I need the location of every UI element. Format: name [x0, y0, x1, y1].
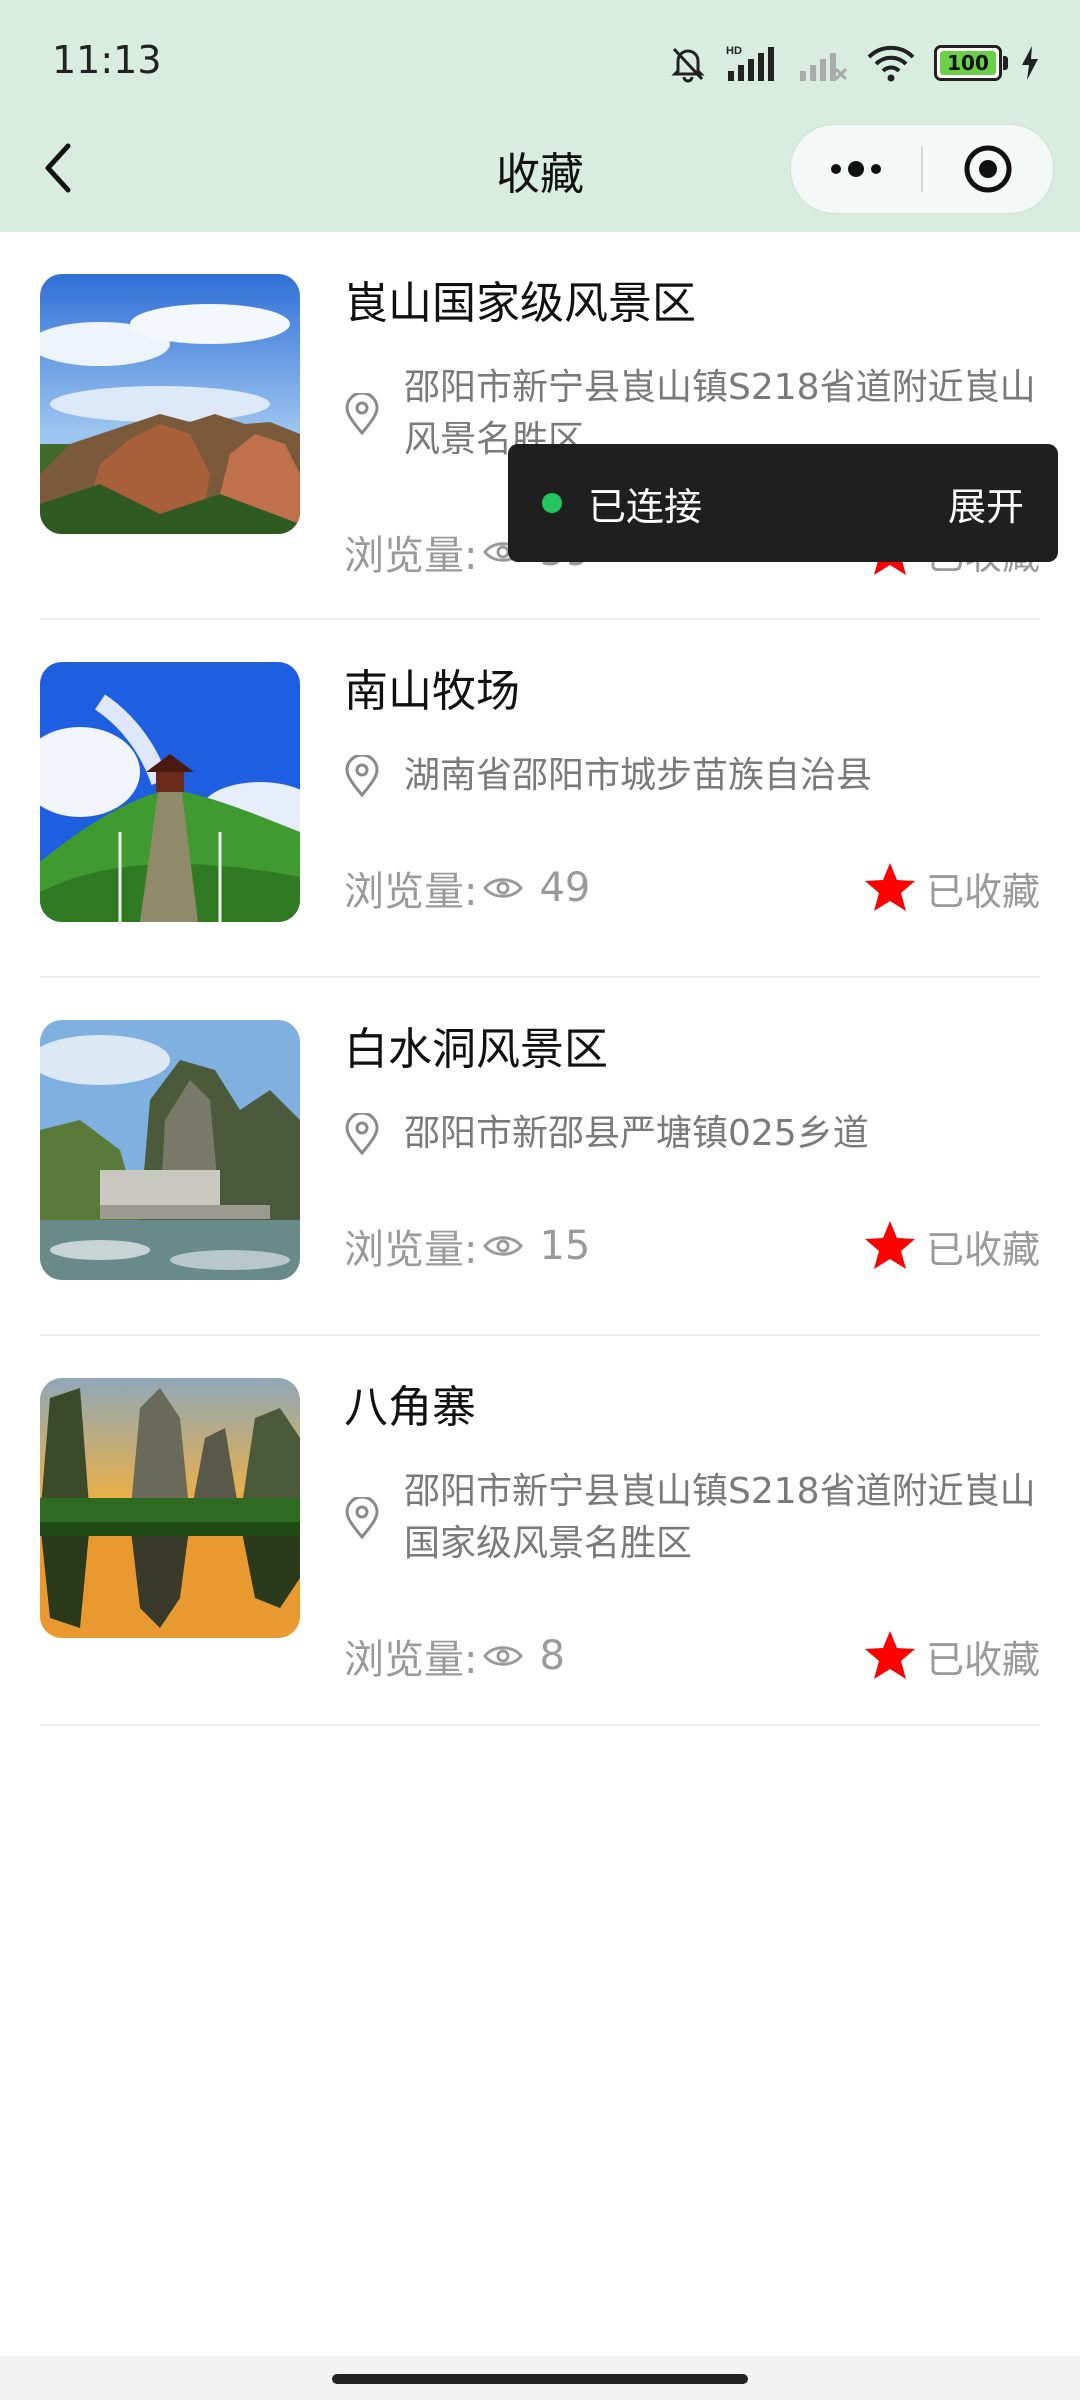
connection-toast: 已连接 展开 [508, 444, 1058, 562]
item-meta: 浏览量: 49 已收藏 [344, 858, 1040, 918]
views-count: 15 [539, 1223, 591, 1269]
signal-weak-icon [800, 53, 848, 81]
views-label: 浏览量: [344, 1637, 478, 1683]
location-pin-icon [345, 393, 379, 435]
star-filled-icon [864, 1631, 915, 1679]
location-pin-icon [345, 755, 379, 797]
item-info: 白水洞风景区 邵阳市新邵县严塘镇025乡道 [344, 1020, 1040, 1160]
home-indicator-area [0, 2356, 1080, 2400]
home-indicator[interactable] [332, 2374, 748, 2384]
target-close-icon [964, 145, 1012, 193]
item-address-text: 邵阳市新邵县严塘镇025乡道 [404, 1113, 869, 1154]
more-dots-icon [831, 161, 881, 177]
wifi-icon [867, 45, 915, 82]
list-item[interactable]: 白水洞风景区 邵阳市新邵县严塘镇025乡道 浏览量: 15 已收藏 [40, 978, 1040, 1336]
cliff-river-image [40, 1020, 300, 1280]
item-address: 湖南省邵阳市城步苗族自治县 [344, 750, 1040, 802]
views-count: 49 [539, 865, 591, 911]
list-item[interactable]: 八角寨 邵阳市新宁县崀山镇S218省道附近崀山国家级风景名胜区 浏览量: 8 已 [40, 1336, 1040, 1726]
expand-button[interactable]: 展开 [948, 476, 1024, 531]
views-label: 浏览量: [344, 869, 478, 915]
eye-icon [483, 878, 524, 898]
status-icons: HD 100 [668, 38, 1040, 88]
scenic-thumbnail[interactable] [40, 662, 300, 922]
views-count: 8 [539, 1633, 565, 1679]
mute-bell-icon [671, 47, 705, 83]
more-options-button[interactable] [791, 125, 921, 213]
battery-icon: 100 [934, 45, 1008, 81]
item-info: 八角寨 邵阳市新宁县崀山镇S218省道附近崀山国家级风景名胜区 [344, 1378, 1040, 1570]
favorite-toggle[interactable]: 已收藏 [862, 1626, 1040, 1686]
star-filled-icon [864, 863, 915, 911]
item-info: 南山牧场 湖南省邵阳市城步苗族自治县 [344, 662, 1040, 802]
item-address: 邵阳市新宁县崀山镇S218省道附近崀山国家级风景名胜区 [344, 1466, 1040, 1570]
scenic-thumbnail[interactable] [40, 274, 300, 534]
favorite-label: 已收藏 [925, 869, 1040, 914]
location-pin-icon [345, 1497, 379, 1539]
favorite-toggle[interactable]: 已收藏 [862, 1216, 1040, 1276]
connected-dot-icon [542, 493, 562, 513]
favorite-label: 已收藏 [925, 1227, 1040, 1272]
battery-level: 100 [947, 51, 989, 75]
star-filled-icon [864, 1221, 915, 1269]
signal-hd-icon: HD [726, 45, 774, 81]
item-info: 崀山国家级风景区 邵阳市新宁县崀山镇S218省道附近崀山风景名胜区 [344, 274, 1040, 466]
item-title: 崀山国家级风景区 [344, 278, 696, 329]
favorite-toggle[interactable]: 已收藏 [862, 858, 1040, 918]
item-address: 邵阳市新邵县严塘镇025乡道 [344, 1108, 1040, 1160]
favorite-label: 已收藏 [925, 1637, 1040, 1682]
close-miniprogram-button[interactable] [923, 125, 1053, 213]
item-address-text: 湖南省邵阳市城步苗族自治县 [404, 755, 873, 796]
item-meta: 浏览量: 15 已收藏 [344, 1216, 1040, 1276]
header-bar: 11:13 HD 100 收藏 [0, 0, 1080, 232]
status-time: 11:13 [52, 38, 162, 82]
item-title: 白水洞风景区 [344, 1024, 608, 1075]
scenic-thumbnail[interactable] [40, 1020, 300, 1280]
item-address-text: 邵阳市新宁县崀山镇S218省道附近崀山国家级风景名胜区 [404, 1471, 1036, 1564]
item-meta: 浏览量: 8 已收藏 [344, 1626, 1040, 1686]
menu-capsule [790, 124, 1054, 214]
views-label: 浏览量: [344, 1227, 478, 1273]
location-pin-icon [345, 1113, 379, 1155]
mountain-landscape-image [40, 274, 300, 534]
charging-icon [1022, 46, 1038, 80]
list-item[interactable]: 南山牧场 湖南省邵阳市城步苗族自治县 浏览量: 49 已收藏 [40, 620, 1040, 978]
sunset-reflection-image [40, 1378, 300, 1638]
scenic-thumbnail[interactable] [40, 1378, 300, 1638]
eye-icon [483, 1646, 524, 1666]
eye-icon [483, 1236, 524, 1256]
item-title: 南山牧场 [344, 666, 520, 717]
svg-text:HD: HD [726, 45, 742, 57]
item-title: 八角寨 [344, 1382, 476, 1433]
connection-status: 已连接 [588, 484, 703, 529]
views-label: 浏览量: [344, 533, 478, 579]
pavilion-meadow-image [40, 662, 300, 922]
